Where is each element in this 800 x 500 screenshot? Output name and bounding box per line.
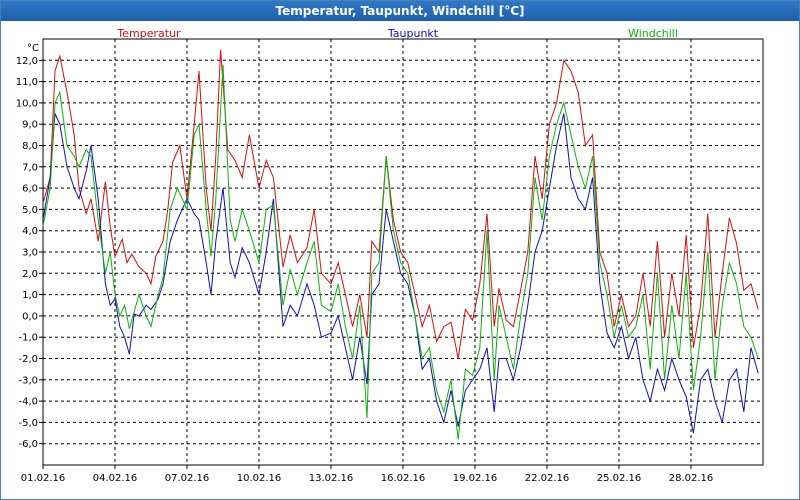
y-tick-label: 1,0 — [22, 290, 38, 301]
x-tick-label: 16.02.16 — [381, 473, 426, 484]
y-tick-label: 11,0 — [16, 77, 38, 88]
y-tick-label: -6,0 — [18, 439, 38, 450]
y-tick-label: 2,0 — [22, 269, 38, 280]
chart-window: Temperatur, Taupunkt, Windchill [°C] 12,… — [0, 0, 800, 500]
legend-label-temperatur: Temperatur — [116, 27, 181, 40]
x-tick-label: 13.02.16 — [309, 473, 354, 484]
y-axis-label: °C — [27, 43, 39, 54]
y-tick-label: -3,0 — [18, 375, 38, 386]
y-tick-label: -1,0 — [18, 333, 38, 344]
y-tick-label: 9,0 — [22, 120, 38, 131]
y-tick-label: 7,0 — [22, 162, 38, 173]
window-title: Temperatur, Taupunkt, Windchill [°C] — [1, 1, 799, 21]
x-tick-label: 22.02.16 — [525, 473, 570, 484]
y-tick-label: 10,0 — [16, 98, 38, 109]
y-tick-label: -2,0 — [18, 354, 38, 365]
y-tick-label: -4,0 — [18, 397, 38, 408]
y-tick-label: -5,0 — [18, 418, 38, 429]
line-chart: 12,0 11,0 10,0 9,0 8,0 7,0 6,0 5,0 4,0 3,0 2,0 1,0 0… — [16, 27, 764, 484]
x-tick-label: 07.02.16 — [165, 473, 210, 484]
x-tick-label: 01.02.16 — [21, 473, 66, 484]
y-tick-label: 0,0 — [22, 311, 38, 322]
x-tick-label: 04.02.16 — [93, 473, 138, 484]
y-tick-label: 8,0 — [22, 141, 38, 152]
legend-label-windchill: Windchill — [628, 27, 678, 40]
x-tick-label: 10.02.16 — [237, 473, 282, 484]
legend-label-taupunkt: Taupunkt — [387, 27, 439, 40]
y-tick-label: 6,0 — [22, 184, 38, 195]
y-tick-label: 5,0 — [22, 205, 38, 216]
y-tick-label: 3,0 — [22, 248, 38, 259]
y-tick-label: 12,0 — [16, 56, 38, 67]
x-tick-label: 25.02.16 — [597, 473, 642, 484]
x-tick-label: 19.02.16 — [453, 473, 498, 484]
y-tick-label: 4,0 — [22, 226, 38, 237]
x-tick-label: 28.02.16 — [669, 473, 714, 484]
